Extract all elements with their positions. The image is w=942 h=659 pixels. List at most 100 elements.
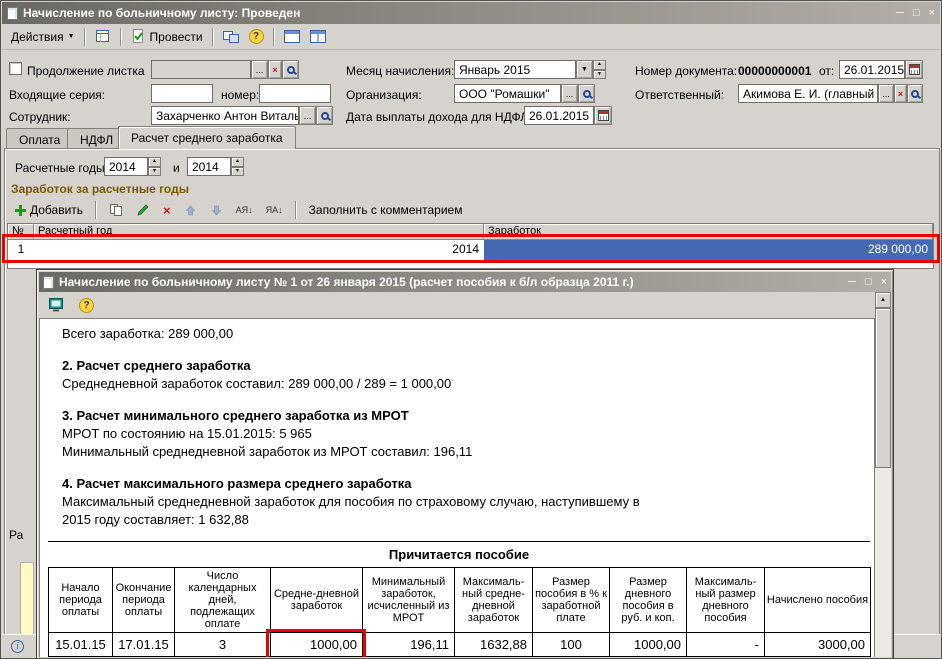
responsible-ellipsis-button[interactable]: ... [878,84,894,103]
structure-button[interactable] [219,27,243,46]
dialog-close-button[interactable]: × [881,276,887,288]
continuation-input[interactable] [151,60,251,79]
report-section3-text1: МРОТ по состоянию на 15.01.2015: 5 965 [62,425,874,443]
doc-number-label: Номер документа: [635,64,737,78]
date-calendar-button[interactable] [905,60,923,79]
continuation-search-button[interactable] [282,60,299,79]
tab-average-earnings[interactable]: Расчет среднего заработка [118,126,296,149]
dialog-maximize-button[interactable]: □ [865,276,872,288]
report-total-line: Всего заработка: 289 000,00 [62,325,874,343]
delete-row-button[interactable]: × [159,202,175,219]
actions-button[interactable]: Действия ▼ [7,28,79,46]
ndfl-date-input[interactable]: 26.01.2015 [524,106,594,125]
date-input[interactable]: 26.01.2015 [839,60,905,79]
series-label: Входящие серия: [9,88,105,102]
responsible-search-button[interactable] [907,84,923,103]
journal-button[interactable] [91,27,115,46]
report-divider [48,541,870,542]
continuation-clear-button[interactable]: × [268,60,282,79]
dialog-title: Начисление по больничному листу № 1 от 2… [59,275,843,289]
help-button[interactable]: ? [245,27,268,46]
table-row[interactable]: 1 2014 289 000,00 [8,240,933,260]
series-number-input[interactable] [259,84,331,103]
edit-row-button[interactable] [132,201,154,219]
row-number-cell[interactable]: 1 [8,240,34,260]
maximize-button[interactable]: □ [913,7,920,19]
data-cell-daily-benefit: 1000,00 [610,633,687,657]
help-icon: ? [249,29,264,44]
spin-down-icon[interactable]: ▼ [148,167,161,177]
series-input[interactable] [151,84,213,103]
month-spinner[interactable]: ▲ ▼ [593,60,606,79]
dialog-help-button[interactable]: ? [75,296,98,315]
employee-input[interactable]: Захарченко Антон Витальеви [151,106,299,125]
report-settings-button[interactable] [44,295,69,315]
dialog-toolbar: ? [39,292,875,318]
continuation-label: Продолжение листка [27,64,145,78]
calendar-icon [598,110,609,121]
scrollbar-thumb[interactable] [875,308,891,468]
continuation-ellipsis-button[interactable]: ... [251,60,268,79]
dialog-minimize-button[interactable]: ─ [848,276,856,288]
copy-row-button[interactable] [105,201,127,219]
sort-asc-button[interactable]: АЯ↓ [232,203,257,217]
add-row-button[interactable]: Добавить [11,201,87,219]
header-cell: Минимальный заработок, исчисленный из МР… [363,568,455,633]
window-layout-button[interactable] [280,27,304,46]
employee-search-button[interactable] [316,106,333,125]
sort-desc-button[interactable]: ЯА↓ [262,203,287,217]
fill-with-comment-button[interactable]: Заполнить с комментарием [305,201,467,219]
post-label: Провести [150,30,203,44]
move-up-button[interactable] [180,202,201,219]
month-input[interactable]: Январь 2015 [454,60,576,79]
document-icon [7,7,18,20]
responsible-clear-button[interactable]: × [894,84,907,103]
calendar-icon [909,64,920,75]
ndfl-calendar-button[interactable] [594,106,612,125]
window-title: Начисление по больничному листу: Проведе… [23,6,300,20]
year1-spinner[interactable]: ▲ ▼ [148,157,161,176]
hidden-field-fragment [20,562,34,638]
benefit-table-wrap: Начало периода оплаты Окончание периода … [48,567,871,657]
header-cell: Окончание периода оплаты [113,568,175,633]
earnings-table-header: № Расчетный год Заработок [8,224,933,240]
spin-down-icon[interactable]: ▼ [593,70,606,80]
data-cell-accrued: 3000,00 [765,633,871,657]
year1-input[interactable]: 2014 [104,157,148,176]
minimize-button[interactable]: ─ [896,7,904,19]
row-year-cell[interactable]: 2014 [34,240,484,260]
report-content: Всего заработка: 289 000,00 2. Расчет ср… [39,318,875,657]
toolbar-separator [273,28,275,46]
organization-label: Организация: [346,88,422,102]
chevron-down-icon: ▼ [68,33,75,40]
move-down-button[interactable] [206,202,227,219]
continuation-checkbox[interactable] [9,62,22,75]
tab-oplata[interactable]: Оплата [6,128,73,149]
post-document-icon [131,29,146,44]
spin-up-icon[interactable]: ▲ [148,157,161,167]
header-cell: Начислено пособия [765,568,871,633]
spin-up-icon[interactable]: ▲ [231,157,244,167]
report-section4-title: 4. Расчет максимального размера среднего… [62,475,874,493]
spin-down-icon[interactable]: ▼ [231,167,244,177]
organization-input[interactable]: ООО "Ромашки" [454,84,561,103]
year2-spinner[interactable]: ▲ ▼ [231,157,244,176]
responsible-input[interactable]: Акимова Е. И. (главный бух [738,84,878,103]
year2-input[interactable]: 2014 [187,157,231,176]
post-button[interactable]: Провести [127,27,207,46]
employee-ellipsis-button[interactable]: ... [299,106,316,125]
spin-up-icon[interactable]: ▲ [593,60,606,70]
header-cell: Начало периода оплаты [49,568,113,633]
scroll-up-icon[interactable]: ▲ [875,292,891,308]
organization-ellipsis-button[interactable]: ... [561,84,578,103]
organization-search-button[interactable] [578,84,595,103]
row-amount-cell[interactable]: 289 000,00 [484,240,933,260]
series-number-label: номер: [221,88,259,102]
month-dropdown-button[interactable]: ▼ [576,60,593,79]
vertical-scrollbar[interactable]: ▲ [875,292,891,657]
close-button[interactable]: × [929,7,935,19]
report-section2-title: 2. Расчет среднего заработка [62,357,874,375]
earnings-section-title: Заработок за расчетные годы [11,182,189,196]
window-split-icon [310,29,326,44]
window-split-button[interactable] [306,27,330,46]
